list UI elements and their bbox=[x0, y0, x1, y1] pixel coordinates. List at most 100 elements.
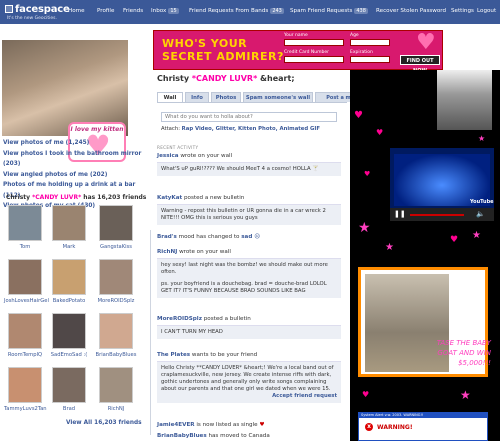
pause-icon[interactable]: ❚❚ bbox=[394, 210, 406, 218]
friend-tile[interactable]: Tom bbox=[4, 205, 46, 250]
photo-link[interactable]: View photos of me (1,245) bbox=[3, 138, 150, 149]
friend-tile[interactable]: Mark bbox=[48, 205, 90, 250]
friend-photo[interactable] bbox=[8, 367, 42, 403]
friend-photo[interactable] bbox=[52, 259, 86, 295]
attach-options[interactable]: Rap Video, Glitter, Kitten Photo, Animat… bbox=[182, 126, 320, 132]
band-requests-badge: 243 bbox=[270, 8, 284, 14]
friend-name[interactable]: BakedPotato bbox=[48, 298, 90, 304]
photo-link[interactable]: View photos I took in the bathroom mirro… bbox=[3, 149, 150, 170]
feed-body: Warning - repost this bulletin or UR gon… bbox=[157, 204, 341, 225]
volume-icon[interactable]: 🔈 bbox=[476, 210, 485, 218]
tab-spam-wall[interactable]: Spam someone's wall bbox=[243, 92, 313, 102]
nav-inbox[interactable]: Inbox 15 bbox=[151, 8, 179, 14]
friend-tile[interactable]: BrianBabyBlues bbox=[95, 313, 137, 358]
friend-name[interactable]: Mark bbox=[48, 244, 90, 250]
friend-name[interactable]: Tom bbox=[4, 244, 46, 250]
ad-cc-field[interactable] bbox=[284, 56, 344, 63]
friend-tile[interactable]: BakedPotato bbox=[48, 259, 90, 304]
warning-titlebar: System Alert v.w. 2003. WARNING!! bbox=[359, 413, 487, 418]
friend-photo[interactable] bbox=[99, 313, 133, 349]
friend-name[interactable]: MoreROIDSplz bbox=[95, 298, 137, 304]
inbox-count-badge: 15 bbox=[168, 8, 179, 14]
friend-tile[interactable]: RoomTempIQ bbox=[4, 313, 46, 358]
secret-admirer-ad[interactable]: WHO'S YOUR SECRET ADMIRER? Your name Age … bbox=[153, 30, 443, 74]
friend-tile[interactable]: TammyLuvs2Tan bbox=[4, 367, 47, 412]
feed-user-link[interactable]: KatyKat bbox=[157, 195, 182, 201]
find-out-now-button[interactable]: FIND OUT NOW bbox=[400, 55, 440, 74]
ad-exp-field[interactable] bbox=[350, 56, 390, 63]
feed-user-link[interactable]: MoreROIDSplz bbox=[157, 316, 202, 322]
friend-photo[interactable] bbox=[52, 367, 86, 403]
ad-age-field[interactable] bbox=[350, 39, 390, 46]
friend-photo[interactable] bbox=[8, 259, 42, 295]
ad-name-field[interactable] bbox=[284, 39, 344, 46]
band-photo[interactable] bbox=[437, 70, 492, 130]
nav-friends[interactable]: Friends bbox=[123, 8, 143, 14]
friend-name[interactable]: JoshLovesHairGel bbox=[4, 298, 49, 304]
feed-user-link[interactable]: Jessica bbox=[157, 153, 179, 159]
friend-name[interactable]: GangstaKiss bbox=[95, 244, 137, 250]
star-icon: ★ bbox=[385, 242, 394, 253]
friend-photo[interactable] bbox=[99, 205, 133, 241]
video-progress-bar[interactable] bbox=[410, 214, 464, 216]
friend-tile[interactable]: MoreROIDSplz bbox=[95, 259, 137, 304]
friend-tile[interactable]: RichNJ bbox=[95, 367, 137, 412]
wall-post-input[interactable]: What do you want to holla about? bbox=[161, 112, 337, 122]
friend-name[interactable]: RoomTempIQ bbox=[4, 352, 46, 358]
feed-item: BrianBabyBlues has moved to Canada bbox=[157, 433, 270, 439]
star-icon: ★ bbox=[472, 230, 481, 241]
fake-warning-popup[interactable]: System Alert v.w. 2003. WARNING!! x WARN… bbox=[358, 412, 488, 441]
star-icon: ★ bbox=[358, 220, 371, 236]
nav-spam-requests[interactable]: Spam Friend Requests 438 bbox=[290, 8, 368, 14]
friends-count-heading: Christy *CANDY LUVR* has 16,203 friends bbox=[6, 194, 147, 201]
nav-band-requests[interactable]: Friend Requests From Bands 243 bbox=[189, 8, 284, 14]
friend-photo[interactable] bbox=[8, 313, 42, 349]
view-all-friends-link[interactable]: View All 16,203 friends bbox=[66, 420, 142, 426]
nav-settings[interactable]: Settings bbox=[451, 8, 474, 14]
friend-tile[interactable]: GangstaKiss bbox=[95, 205, 137, 250]
tab-wall[interactable]: Wall bbox=[157, 92, 183, 102]
nav-profile[interactable]: Profile bbox=[97, 8, 114, 14]
logo-text: facespace bbox=[15, 4, 70, 15]
ad-headline: WHO'S YOUR SECRET ADMIRER? bbox=[162, 37, 284, 63]
friend-photo[interactable] bbox=[99, 259, 133, 295]
friend-photo[interactable] bbox=[8, 205, 42, 241]
tase-goat-ad[interactable]: TASE THE BABY GOAT AND WIN $5,000!!! bbox=[358, 267, 491, 377]
friend-name[interactable]: SadEmoSad :( bbox=[48, 352, 90, 358]
feed-item: MoreROIDSplz posted a bulletin I CAN'T T… bbox=[157, 316, 341, 339]
friend-name[interactable]: RichNJ bbox=[95, 406, 137, 412]
feed-user-link[interactable]: RichNJ bbox=[157, 249, 177, 255]
nav-home[interactable]: Home bbox=[68, 8, 85, 14]
feed-body: I CAN'T TURN MY HEAD bbox=[157, 325, 341, 339]
feed-body: hey sexy! last night was the bombz! we s… bbox=[157, 258, 341, 298]
feed-user-link[interactable]: Brad's bbox=[157, 234, 177, 240]
cocktail-icon: 🍸 bbox=[312, 166, 319, 172]
friend-name[interactable]: BrianBabyBlues bbox=[95, 352, 137, 358]
feed-user-link[interactable]: Jamie4EVER bbox=[157, 422, 195, 428]
feed-user-link[interactable]: The Plates bbox=[157, 352, 190, 358]
nav-recover-password[interactable]: Recover Stolen Password bbox=[376, 8, 446, 14]
friend-tile[interactable]: Brad bbox=[48, 367, 90, 412]
feed-item: Brad's mood has changed to sad ☹ bbox=[157, 234, 261, 240]
heart-icon: ♥ bbox=[259, 422, 265, 428]
friend-name[interactable]: TammyLuvs2Tan bbox=[4, 406, 47, 412]
friend-photo[interactable] bbox=[52, 205, 86, 241]
friend-photo[interactable] bbox=[99, 367, 133, 403]
embedded-video-player[interactable]: YouTube ❚❚ 🔈 bbox=[390, 148, 494, 221]
tab-info[interactable]: Info bbox=[185, 92, 209, 102]
friend-photo[interactable] bbox=[52, 313, 86, 349]
accept-friend-request-link[interactable]: Accept friend request bbox=[161, 393, 337, 400]
feed-user-link[interactable]: BrianBabyBlues bbox=[157, 433, 207, 439]
photo-link[interactable]: View angled photos of me (202) bbox=[3, 170, 150, 181]
tab-divider bbox=[157, 102, 347, 103]
facespace-logo[interactable]: facespace bbox=[5, 4, 70, 15]
star-icon: ★ bbox=[478, 134, 486, 143]
friend-tile[interactable]: JoshLovesHairGel bbox=[4, 259, 49, 304]
tab-photos[interactable]: Photos bbox=[211, 92, 241, 102]
video-controls[interactable]: ❚❚ 🔈 bbox=[390, 208, 494, 221]
friend-tile[interactable]: SadEmoSad :( bbox=[48, 313, 90, 358]
heart-icon: ♥ bbox=[376, 128, 384, 137]
attach-label: Attach: bbox=[161, 126, 180, 132]
friend-name[interactable]: Brad bbox=[48, 406, 90, 412]
nav-logout[interactable]: Logout bbox=[477, 8, 496, 14]
